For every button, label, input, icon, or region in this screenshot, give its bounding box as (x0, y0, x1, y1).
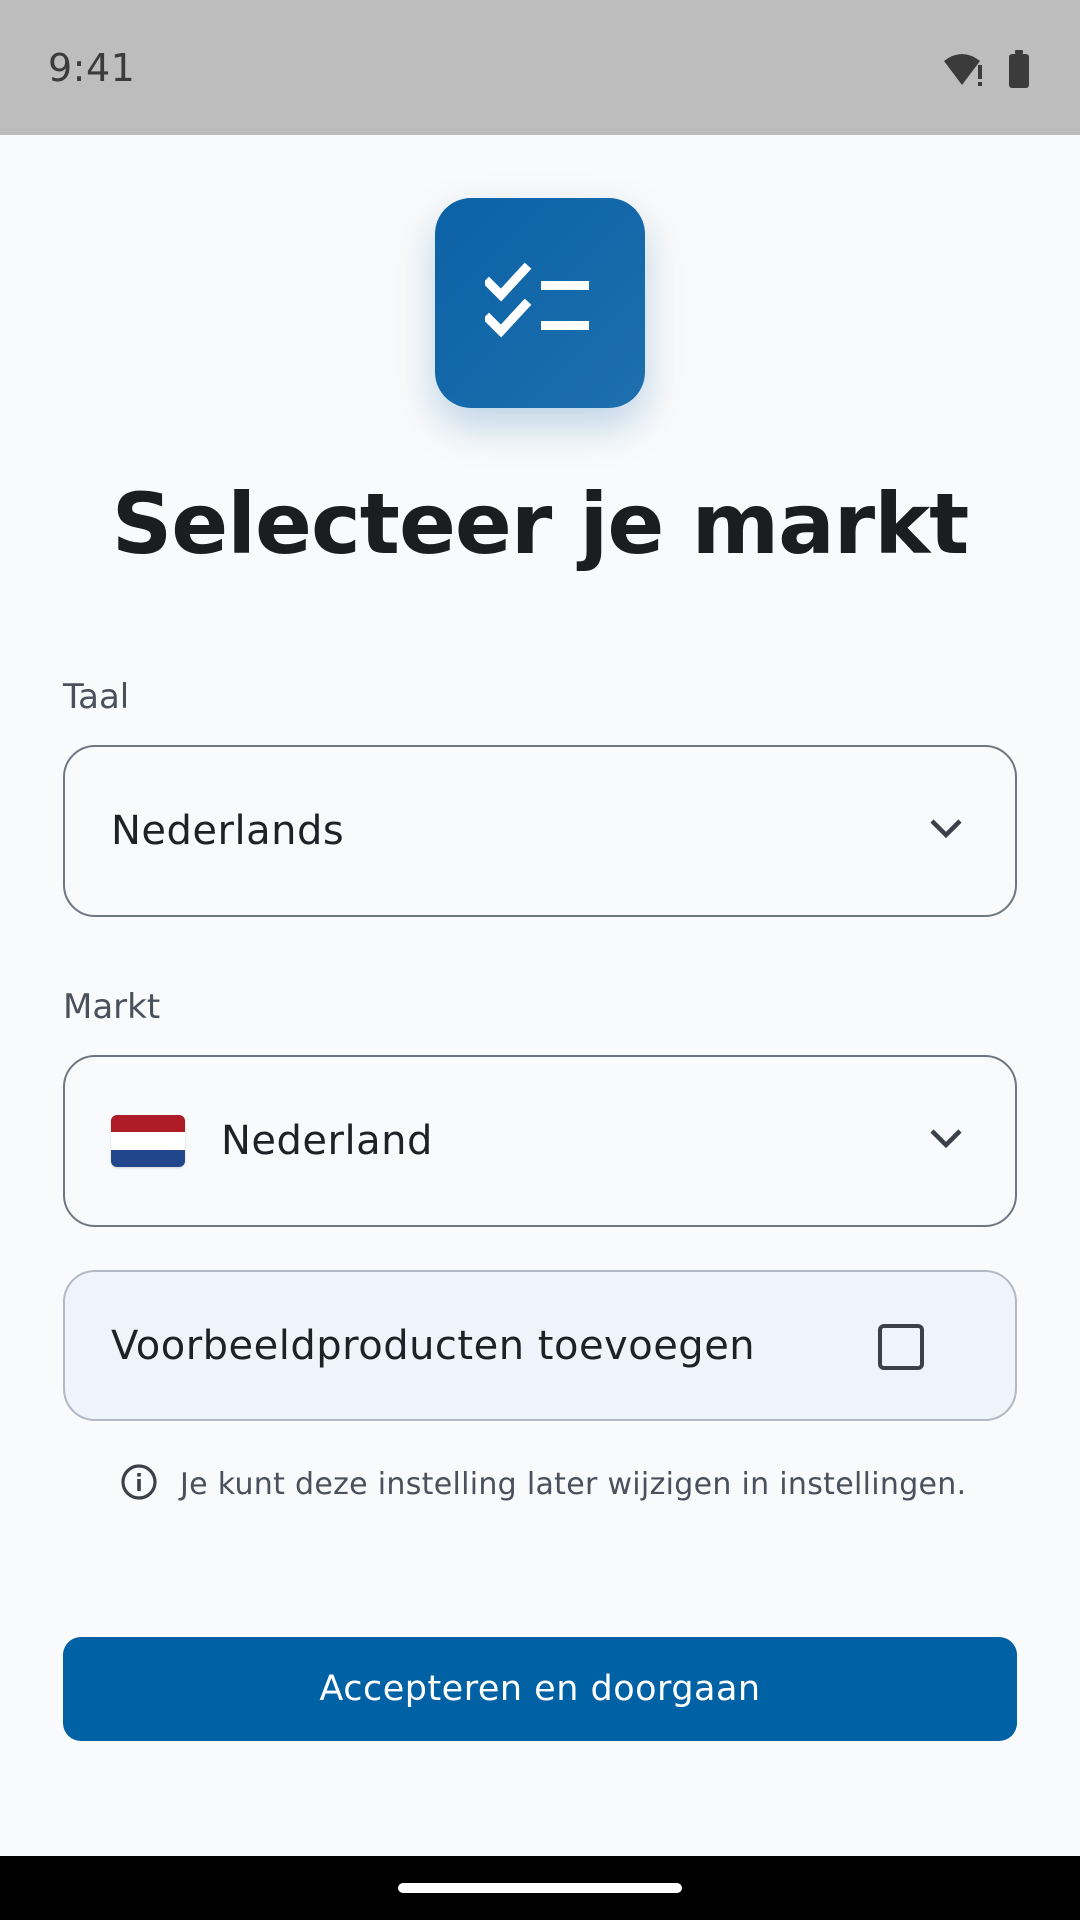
app-logo (435, 198, 645, 408)
status-bar: 9:41 (0, 0, 1080, 135)
info-icon (120, 1463, 158, 1505)
sample-products-checkbox[interactable] (878, 1324, 924, 1370)
chevron-down-icon (929, 817, 963, 843)
accept-continue-button[interactable]: Accepteren en doorgaan (63, 1637, 1017, 1741)
language-value: Nederlands (111, 808, 345, 854)
info-text: Je kunt deze instelling later wijzigen i… (180, 1466, 967, 1502)
sample-products-label: Voorbeeldproducten toevoegen (111, 1322, 756, 1369)
status-icons (942, 50, 1030, 92)
info-note: Je kunt deze instelling later wijzigen i… (120, 1463, 966, 1505)
market-selection-screen: 9:41 Selecteer je markt Taal Nederlands … (0, 0, 1080, 1920)
checklist-icon (482, 261, 595, 345)
language-select[interactable]: Nederlands (63, 745, 1017, 917)
battery-icon (1008, 50, 1030, 92)
wifi-alert-icon (942, 51, 986, 91)
page-title: Selecteer je markt (111, 475, 969, 573)
sample-products-option[interactable]: Voorbeeldproducten toevoegen (63, 1270, 1017, 1421)
home-indicator[interactable] (398, 1883, 682, 1893)
status-time: 9:41 (48, 46, 136, 90)
market-label: Markt (63, 987, 161, 1027)
market-value: Nederland (221, 1118, 433, 1164)
language-label: Taal (63, 677, 130, 717)
chevron-down-icon (929, 1127, 963, 1153)
netherlands-flag-icon (111, 1115, 185, 1167)
market-select[interactable]: Nederland (63, 1055, 1017, 1227)
